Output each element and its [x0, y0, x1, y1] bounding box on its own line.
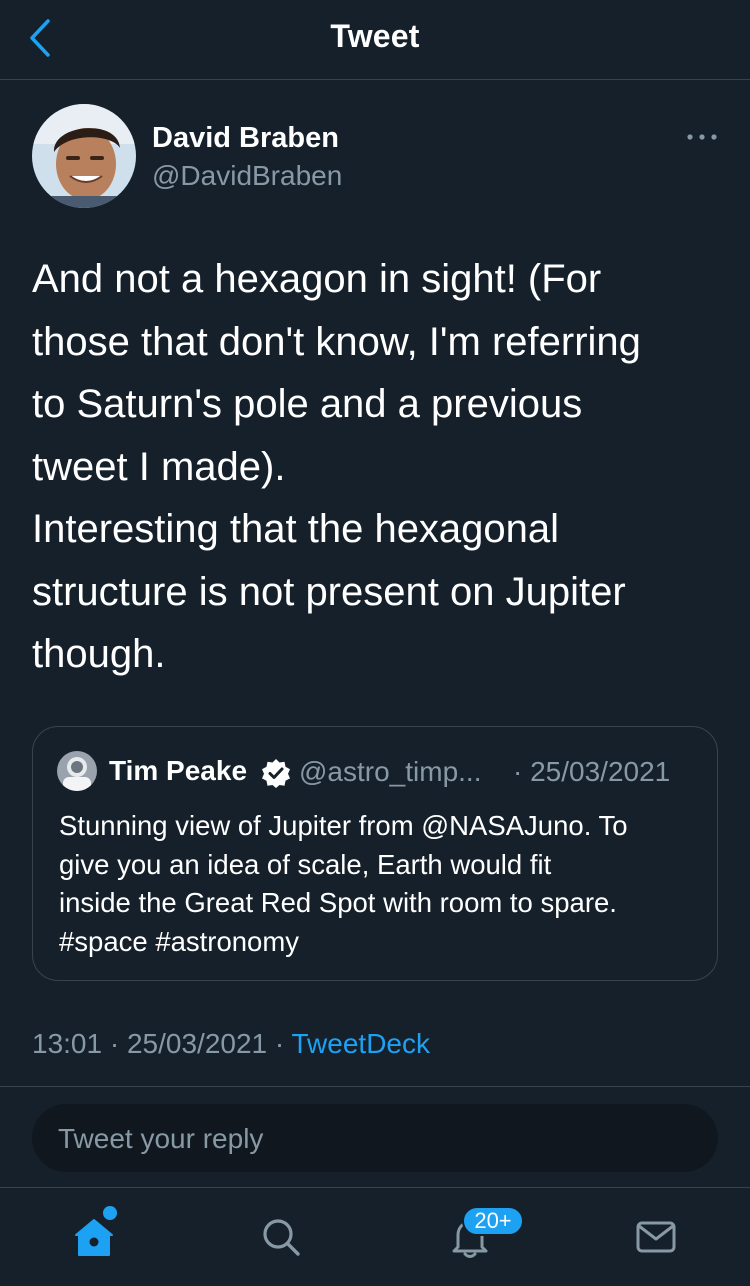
verified-icon: [262, 759, 290, 788]
notifications-badge: 20+: [462, 1206, 524, 1236]
tweet-date: 25/03/2021: [126, 1028, 268, 1059]
mail-icon: [636, 1221, 676, 1253]
quoted-author-name[interactable]: Tim Peake: [109, 755, 247, 787]
divider: [0, 1086, 750, 1087]
quoted-author-avatar[interactable]: [57, 751, 97, 791]
quoted-author-handle[interactable]: @astro_timp...: [299, 756, 481, 788]
tweet-author: David Braben @DavidBraben: [32, 104, 722, 210]
tweet-time: 13:01: [32, 1028, 103, 1059]
bottom-tab-bar: [0, 1187, 750, 1286]
author-handle[interactable]: @DavidBraben: [152, 160, 342, 192]
search-icon: [263, 1219, 300, 1256]
tab-home[interactable]: [34, 1188, 154, 1286]
quoted-tweet-date: · 25/03/2021: [513, 756, 671, 787]
more-icon: [687, 134, 717, 140]
more-button[interactable]: [682, 122, 722, 152]
page-title: Tweet: [330, 18, 420, 54]
tab-messages[interactable]: [596, 1188, 716, 1286]
separator: ·: [274, 1028, 292, 1059]
tweet-source-link[interactable]: TweetDeck: [292, 1028, 431, 1059]
author-name[interactable]: David Braben: [152, 122, 339, 155]
home-icon: [75, 1219, 113, 1256]
reply-input[interactable]: Tweet your reply: [32, 1104, 718, 1172]
tab-notifications[interactable]: [410, 1188, 530, 1286]
author-avatar[interactable]: [32, 104, 136, 208]
tab-search[interactable]: [221, 1188, 341, 1286]
quoted-tweet-text: Stunning view of Jupiter from @NASAJuno.…: [59, 810, 628, 957]
top-nav-bar: Tweet: [0, 0, 750, 80]
reply-placeholder: Tweet your reply: [58, 1123, 264, 1154]
quoted-tweet-card[interactable]: Tim Peake @astro_timp... · 25/03/2021 St…: [32, 726, 718, 981]
home-new-content-dot: [103, 1206, 117, 1220]
separator: ·: [109, 1028, 127, 1059]
tweet-metadata: 13:01 · 25/03/2021 · TweetDeck: [32, 1028, 430, 1060]
tweet-text: And not a hexagon in sight! (For those t…: [32, 257, 641, 676]
